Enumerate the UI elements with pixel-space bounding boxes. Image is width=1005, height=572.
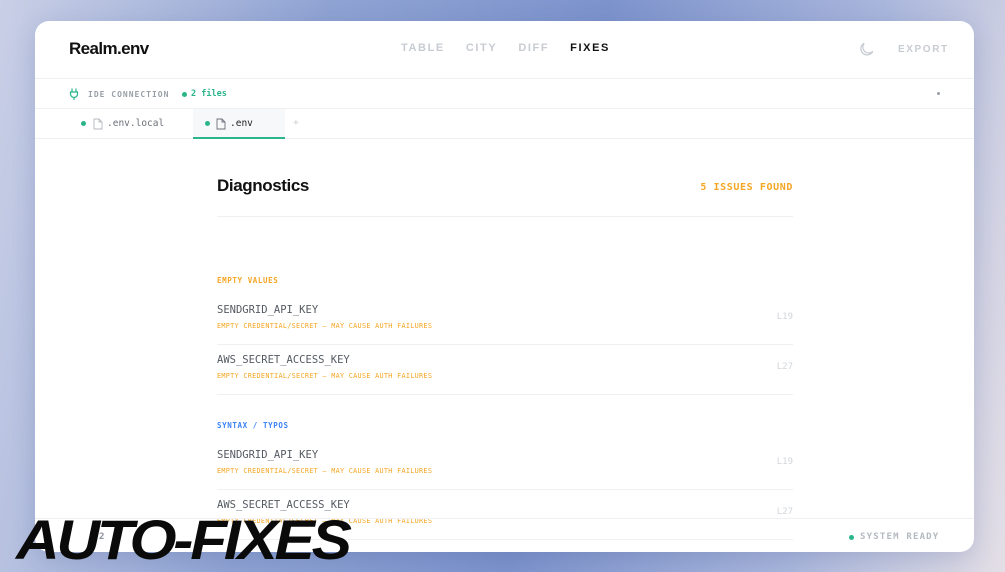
diagnostic-row[interactable]: AWS_SECRET_ACCESS_KEY EMPTY CREDENTIAL/S… bbox=[217, 345, 793, 395]
tab-label: .env.local bbox=[107, 118, 165, 129]
nav-tab-fixes[interactable]: FIXES bbox=[570, 42, 610, 54]
tab-status-dot bbox=[205, 121, 210, 126]
system-status-text: SYSTEM READY bbox=[860, 532, 940, 542]
system-status-dot bbox=[849, 535, 854, 540]
file-icon bbox=[93, 118, 103, 130]
app-window: Realm.env TABLE CITY DIFF FIXES EXPORT I… bbox=[35, 21, 974, 552]
line-number[interactable]: L27 bbox=[777, 362, 793, 372]
moon-icon[interactable] bbox=[858, 40, 876, 58]
line-number[interactable]: L19 bbox=[777, 457, 793, 467]
ide-connection-bar: IDE CONNECTION 2 files bbox=[35, 79, 974, 109]
overlay-caption: AUTO-FIXES bbox=[16, 508, 352, 571]
env-key: SENDGRID_API_KEY bbox=[217, 304, 319, 316]
diagnostic-message: EMPTY CREDENTIAL/SECRET — MAY CAUSE AUTH… bbox=[217, 322, 433, 330]
top-header: Realm.env TABLE CITY DIFF FIXES EXPORT bbox=[35, 21, 974, 79]
plug-icon bbox=[69, 88, 79, 100]
diagnostic-row[interactable]: SENDGRID_API_KEY EMPTY CREDENTIAL/SECRET… bbox=[217, 440, 793, 490]
divider bbox=[217, 216, 793, 217]
env-key: AWS_SECRET_ACCESS_KEY bbox=[217, 354, 350, 366]
nav-tab-table[interactable]: TABLE bbox=[401, 42, 445, 54]
app-logo[interactable]: Realm.env bbox=[69, 39, 149, 59]
ide-menu-dot[interactable] bbox=[937, 92, 940, 95]
line-number[interactable]: L27 bbox=[777, 507, 793, 517]
connected-files-count: 2 files bbox=[191, 89, 227, 99]
nav-tab-diff[interactable]: DIFF bbox=[518, 42, 549, 54]
export-button[interactable]: EXPORT bbox=[898, 44, 949, 55]
tab-env[interactable]: .env bbox=[193, 109, 285, 139]
tab-env-local[interactable]: .env.local bbox=[73, 109, 193, 139]
tab-status-dot bbox=[81, 121, 86, 126]
file-tabs: .env.local .env + bbox=[35, 109, 974, 139]
env-key: SENDGRID_API_KEY bbox=[217, 449, 319, 461]
section-empty-values-title: EMPTY VALUES bbox=[217, 276, 279, 285]
tab-label: .env bbox=[230, 118, 253, 129]
diagnostic-message: EMPTY CREDENTIAL/SECRET — MAY CAUSE AUTH… bbox=[217, 467, 433, 475]
line-number[interactable]: L19 bbox=[777, 312, 793, 322]
main-nav: TABLE CITY DIFF FIXES bbox=[401, 42, 631, 54]
nav-tab-city[interactable]: CITY bbox=[466, 42, 497, 54]
section-syntax-typos-title: SYNTAX / TYPOS bbox=[217, 421, 289, 430]
page-title: Diagnostics bbox=[217, 176, 309, 195]
diagnostic-message: EMPTY CREDENTIAL/SECRET — MAY CAUSE AUTH… bbox=[217, 372, 433, 380]
connection-status-dot bbox=[182, 92, 187, 97]
ide-connection-label: IDE CONNECTION bbox=[88, 90, 170, 99]
diagnostic-row[interactable]: SENDGRID_API_KEY EMPTY CREDENTIAL/SECRET… bbox=[217, 295, 793, 345]
file-icon bbox=[216, 118, 226, 130]
issues-count-badge: 5 ISSUES FOUND bbox=[700, 182, 793, 193]
add-tab-button[interactable]: + bbox=[293, 118, 299, 129]
